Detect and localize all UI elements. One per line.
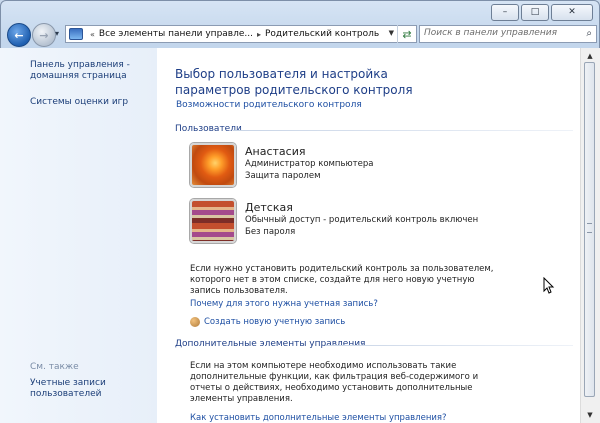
scroll-up-button[interactable]: ▲ [584,51,596,61]
scroll-down-button[interactable]: ▼ [584,410,596,420]
user-password-status: Без пароля [245,227,296,237]
back-button[interactable]: ← [7,23,31,47]
navigation-bar: ← → ▾ « Все элементы панели управле... ▸… [5,23,597,47]
search-input[interactable]: Поиск в панели управления [424,28,557,38]
address-bar[interactable]: « Все элементы панели управле... ▸ Родит… [65,25,417,43]
parental-features-link[interactable]: Возможности родительского контроля [176,100,362,110]
maximize-button[interactable]: □ [521,4,549,21]
caption-buttons: – □ ✕ [491,4,593,21]
avatar [190,143,236,187]
users-section-header: Пользователи [175,124,242,134]
section-divider [233,130,573,131]
refresh-icon: ⇄ [402,27,412,41]
user-accounts-link[interactable]: Учетные записи пользователей [30,378,110,400]
chevron-down-icon: ▾ [55,29,60,38]
address-overflow-chevron[interactable]: « [90,30,95,39]
control-panel-home-link[interactable]: Панель управления - домашняя страница [30,60,140,82]
refresh-button[interactable]: ⇄ [397,25,416,43]
install-extra-controls-link[interactable]: Как установить дополнительные элементы у… [190,413,447,423]
user-password-status: Защита паролем [245,171,321,181]
extra-controls-text: Если на этом компьютере необходимо испол… [190,361,479,404]
why-account-link[interactable]: Почему для этого нужна учетная запись? [190,299,378,309]
see-also-label: См. также [30,362,79,372]
game-ratings-link[interactable]: Системы оценки игр [30,97,128,108]
forward-arrow-icon: → [39,28,49,42]
recent-pages-button[interactable]: ▾ [55,29,59,38]
forward-button[interactable]: → [32,23,56,47]
back-arrow-icon: ← [14,28,24,42]
vertical-scrollbar[interactable]: ▲ ▼ [580,48,600,423]
left-pane: Панель управления - домашняя страница Си… [0,48,157,423]
search-icon[interactable]: ⌕ [586,28,592,39]
page-title: Выбор пользователя и настройка параметро… [175,67,413,97]
minimize-button[interactable]: – [491,4,519,21]
breadcrumb-arrow-icon[interactable]: ▸ [257,30,261,39]
search-box[interactable]: Поиск в панели управления ⌕ [419,25,597,43]
user-role: Обычный доступ - родительский контроль в… [245,215,479,225]
avatar [190,199,236,243]
breadcrumb-all-items[interactable]: Все элементы панели управле... [99,29,253,39]
breadcrumb-parental-controls[interactable]: Родительский контроль [265,29,379,39]
close-button[interactable]: ✕ [551,4,593,21]
section-divider [325,345,573,346]
main-pane: Выбор пользователя и настройка параметро… [157,48,580,423]
user-name: Анастасия [245,145,306,158]
control-panel-icon [69,28,83,40]
scroll-grip [587,223,592,233]
user-role: Администратор компьютера [245,159,374,169]
user-name: Детская [245,201,293,214]
scroll-thumb[interactable] [584,62,595,397]
info-text: Если нужно установить родительский контр… [190,264,494,296]
address-dropdown-icon[interactable]: ▼ [389,29,394,37]
create-account-link[interactable]: Создать новую учетную запись [204,317,345,327]
user-add-icon [190,317,200,327]
content-area: Панель управления - домашняя страница Си… [0,48,600,423]
extra-controls-header: Дополнительные элементы управления [175,339,366,349]
mouse-cursor-icon [543,277,555,294]
